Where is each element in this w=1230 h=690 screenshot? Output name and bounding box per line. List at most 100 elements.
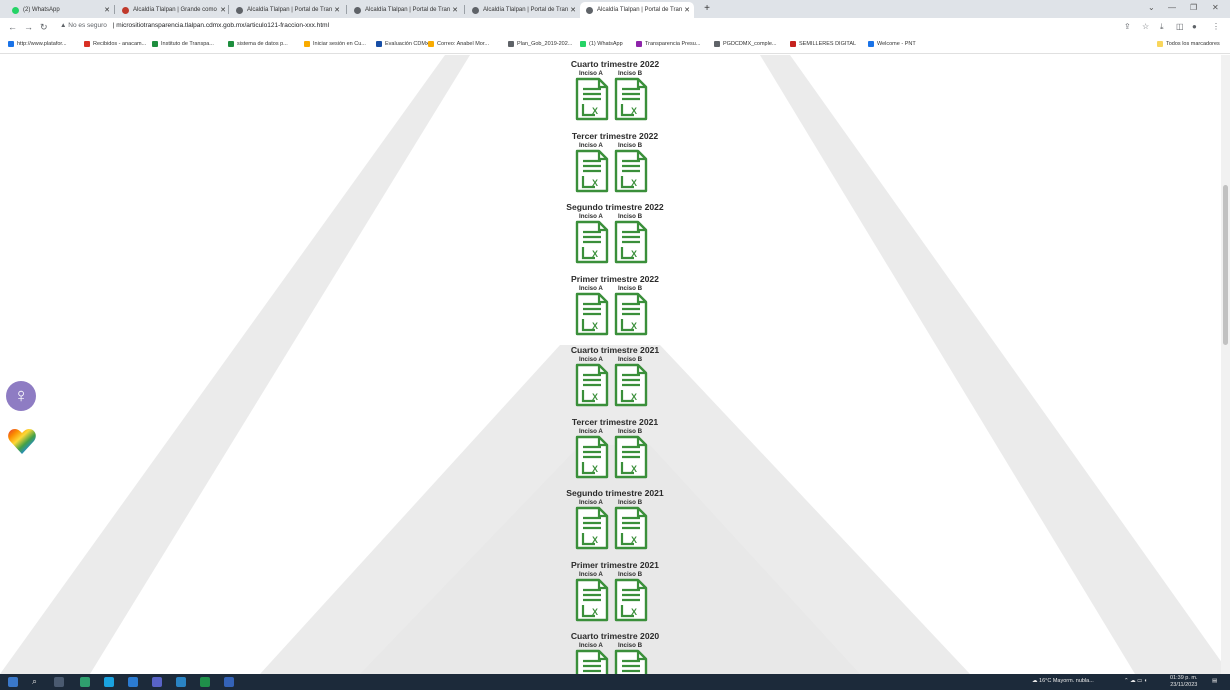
inciso-b-label: Inciso B xyxy=(618,213,643,220)
excel-file-icon[interactable]: X xyxy=(614,77,648,121)
clock[interactable]: 01:39 p. m. 23/11/2023 xyxy=(1170,675,1198,689)
excel-file-icon[interactable]: X xyxy=(575,649,609,674)
rainbow-heart-icon[interactable] xyxy=(6,425,38,457)
window-close-icon[interactable]: ✕ xyxy=(1212,3,1219,12)
excel-taskbar-icon[interactable] xyxy=(200,677,210,687)
download-icon[interactable]: ⤓ xyxy=(1160,22,1164,32)
excel-file-icon[interactable]: X xyxy=(575,220,609,264)
not-secure-label[interactable]: ▲ No es seguro xyxy=(60,22,109,29)
excel-file-icon[interactable]: X xyxy=(614,220,648,264)
excel-file-icon[interactable]: X xyxy=(575,292,609,336)
tab-close-icon[interactable]: ✕ xyxy=(104,6,110,14)
reload-icon[interactable]: ↻ xyxy=(40,22,48,33)
tab-separator xyxy=(114,5,115,14)
bookmark-favicon-icon xyxy=(428,41,434,47)
inciso-a-label: Inciso A xyxy=(579,499,603,506)
venus-symbol-icon[interactable]: ♀ xyxy=(6,381,36,411)
chrome-taskbar-icon[interactable] xyxy=(80,677,90,687)
bookmark-favicon-icon xyxy=(84,41,90,47)
bookmark-item[interactable]: sistema de datos p... xyxy=(228,41,288,47)
bookmark-item[interactable]: Welcome - PNT xyxy=(868,41,916,47)
tab-close-icon[interactable]: ✕ xyxy=(220,6,226,14)
new-tab-button[interactable]: + xyxy=(700,3,714,15)
excel-file-icon[interactable]: X xyxy=(614,363,648,407)
bookmark-favicon-icon xyxy=(8,41,14,47)
excel-file-icon[interactable]: X xyxy=(614,435,648,479)
tab-close-icon[interactable]: ✕ xyxy=(570,6,576,14)
restore-icon[interactable]: ❐ xyxy=(1190,3,1197,12)
tab-close-icon[interactable]: ✕ xyxy=(452,6,458,14)
quarter-title: Segundo trimestre 2021 xyxy=(566,488,664,498)
inciso-b-label: Inciso B xyxy=(618,284,643,292)
excel-file-icon[interactable]: X xyxy=(614,578,648,622)
bookmark-star-icon[interactable]: ☆ xyxy=(1142,22,1149,31)
tray-icons[interactable]: ⌃ ☁ ▭ ◖ xyxy=(1124,678,1147,684)
tab-close-icon[interactable]: ✕ xyxy=(684,6,690,14)
quarter-title: Cuarto trimestre 2021 xyxy=(570,345,660,355)
menu-kebab-icon[interactable]: ⋮ xyxy=(1212,22,1220,31)
excel-file-icon[interactable]: X xyxy=(575,578,609,622)
excel-file-icon[interactable]: X xyxy=(575,363,609,407)
bookmark-item[interactable]: (1) WhatsApp xyxy=(580,41,623,47)
bookmark-item[interactable]: Correo: Anabel Mor... xyxy=(428,41,489,47)
url-field[interactable]: ▲ No es seguro | micrositiotransparencia… xyxy=(60,22,329,29)
excel-file-icon[interactable]: X xyxy=(614,292,648,336)
back-icon[interactable]: ← xyxy=(8,22,17,32)
browser-tab[interactable]: Alcaldía Tlalpan | Portal de Tran ✕ xyxy=(466,2,580,18)
browser-tab[interactable]: (2) WhatsApp ✕ xyxy=(6,2,114,18)
inciso-a-label: Inciso A xyxy=(579,642,603,649)
bookmark-item[interactable]: SEMILLERES DIGITAL xyxy=(790,41,856,47)
all-bookmarks[interactable]: Todos los marcadores xyxy=(1157,41,1220,47)
notifications-icon[interactable]: ▤ xyxy=(1212,678,1217,684)
page-scrollbar[interactable] xyxy=(1221,55,1230,674)
bookmark-item[interactable]: Recibidos - anacam... xyxy=(84,41,146,47)
minimize-icon[interactable]: — xyxy=(1168,3,1176,12)
bookmark-item[interactable]: PGDCDMX_comple... xyxy=(714,41,777,47)
svg-text:X: X xyxy=(631,178,637,188)
bookmark-favicon-icon xyxy=(714,41,720,47)
word-taskbar-icon[interactable] xyxy=(224,677,234,687)
excel-file-icon[interactable]: X xyxy=(614,649,648,674)
store-taskbar-icon[interactable] xyxy=(176,677,186,687)
task-view-icon[interactable] xyxy=(54,677,64,687)
bookmark-item[interactable]: Transparencia Presu... xyxy=(636,41,700,47)
browser-tab[interactable]: Alcaldía Tlalpan | Portal de Tran ✕ xyxy=(580,2,694,18)
forward-icon[interactable]: → xyxy=(24,22,33,32)
excel-file-icon[interactable]: X xyxy=(575,506,609,550)
mail-taskbar-icon[interactable] xyxy=(128,677,138,687)
bookmark-item[interactable]: Instituto de Transpa... xyxy=(152,41,214,47)
tab-search-chevron-icon[interactable]: ⌄ xyxy=(1148,3,1155,12)
svg-text:X: X xyxy=(592,392,598,402)
cloud-icon: ☁ xyxy=(1032,678,1038,684)
browser-tab[interactable]: Alcaldía Tlalpan | Portal de Tran ✕ xyxy=(348,2,462,18)
browser-tab[interactable]: Alcaldía Tlalpan | Grande como ✕ xyxy=(116,2,230,18)
browser-tab[interactable]: Alcaldía Tlalpan | Portal de Tran ✕ xyxy=(230,2,344,18)
excel-file-icon[interactable]: X xyxy=(575,435,609,479)
bookmark-favicon-icon xyxy=(228,41,234,47)
bookmark-item[interactable]: Plan_Gob_2019-202... xyxy=(508,41,572,47)
search-icon[interactable]: ⌕ xyxy=(32,676,42,686)
svg-text:X: X xyxy=(592,249,598,259)
excel-file-icon[interactable]: X xyxy=(614,149,648,193)
start-menu-icon[interactable] xyxy=(8,677,18,687)
inciso-b-label: Inciso B xyxy=(618,499,643,506)
excel-file-icon[interactable]: X xyxy=(575,77,609,121)
profile-icon[interactable]: ● xyxy=(1192,22,1197,31)
bookmark-item[interactable]: http://www.platafor... xyxy=(8,41,67,47)
tab-close-icon[interactable]: ✕ xyxy=(334,6,340,14)
share-icon[interactable]: ⇪ xyxy=(1124,22,1131,31)
teams-taskbar-icon[interactable] xyxy=(152,677,162,687)
side-panel-icon[interactable]: ◫ xyxy=(1176,22,1184,31)
bookmark-item[interactable]: Evaluación CDMx xyxy=(376,41,429,47)
bookmarks-bar: Todos los marcadores http://www.platafor… xyxy=(0,38,1230,54)
tab-favicon-icon xyxy=(122,6,129,14)
scrollbar-thumb[interactable] xyxy=(1223,185,1228,345)
bookmark-item[interactable]: Iniciar sesión en Cu... xyxy=(304,41,366,47)
tab-favicon-icon xyxy=(472,6,479,14)
excel-file-icon[interactable]: X xyxy=(575,149,609,193)
excel-file-icon[interactable]: X xyxy=(614,506,648,550)
inciso-a-label: Inciso A xyxy=(579,284,603,292)
quarter-group: Segundo trimestre 2021 Inciso A Inciso B X X xyxy=(555,488,675,550)
edge-taskbar-icon[interactable] xyxy=(104,677,114,687)
weather-widget[interactable]: ☁ 16°C Mayorm. nubla... xyxy=(1032,678,1094,684)
